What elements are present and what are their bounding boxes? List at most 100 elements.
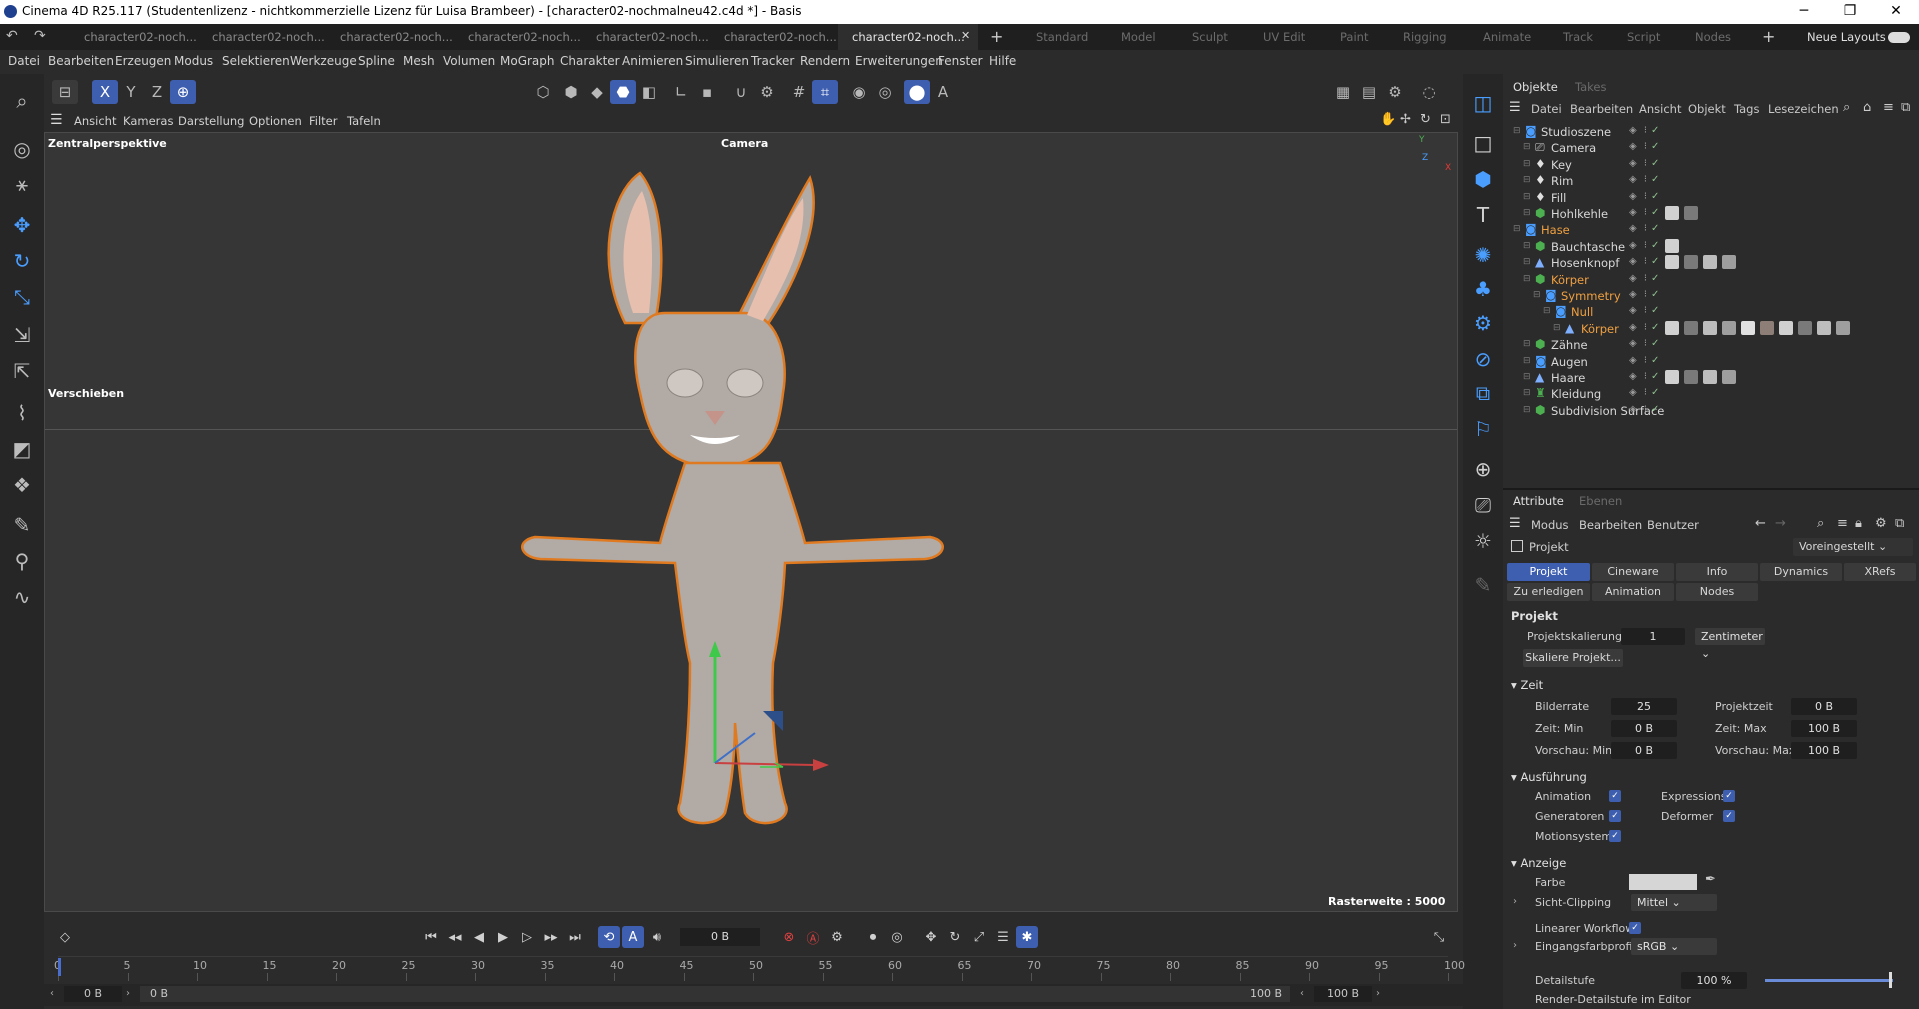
expand-toggle-icon[interactable]: ⊟ (1523, 372, 1531, 382)
rotate-view-icon[interactable]: ↻ (1420, 112, 1431, 127)
menu-charakter[interactable]: Charakter (560, 54, 620, 68)
tweak-mode-icon[interactable]: ▪ (694, 80, 720, 104)
expand-toggle-icon[interactable]: ⊟ (1553, 323, 1561, 333)
visibility-dots-icon[interactable]: ◈ ⁝ (1629, 223, 1649, 234)
layout-sculpt[interactable]: Sculpt (1192, 24, 1228, 50)
document-tab[interactable]: character02-noch... (198, 24, 326, 50)
document-tab[interactable]: character02-noch... (454, 24, 582, 50)
play-icon[interactable]: ▶ (492, 926, 514, 948)
brush-tool-icon[interactable]: ✎ (5, 510, 39, 540)
enabled-check-icon[interactable]: ✓ (1651, 355, 1661, 366)
transform-tool-icon[interactable]: ⇲ (5, 320, 39, 350)
expressions-checkbox[interactable]: ✓ (1723, 790, 1735, 802)
obj-menu-objekt[interactable]: Objekt (1688, 102, 1726, 116)
layout-paint[interactable]: Paint (1340, 24, 1368, 50)
expand-toggle-icon[interactable]: ⊟ (1523, 274, 1531, 284)
undo-icon[interactable]: ↶ (6, 28, 18, 44)
range-next-icon[interactable]: › (1376, 988, 1380, 999)
layout-animate[interactable]: Animate (1483, 24, 1531, 50)
pan-view-icon[interactable]: ✋ (1380, 112, 1396, 127)
material-tag-icon[interactable] (1684, 320, 1698, 335)
visibility-dots-icon[interactable]: ◈ ⁝ (1629, 141, 1649, 152)
record-icon[interactable]: ⊗ (778, 926, 800, 948)
generator-icon[interactable]: ✺ (1469, 240, 1497, 270)
visibility-dots-icon[interactable]: ◈ ⁝ (1629, 371, 1649, 382)
linearer-workflow-checkbox[interactable]: ✓ (1629, 922, 1641, 934)
solo-icon[interactable]: ◉ (846, 80, 872, 104)
move-tool-icon[interactable]: ✥ (5, 210, 39, 240)
menu-simulieren[interactable]: Simulieren (685, 54, 749, 68)
menu-werkzeuge[interactable]: Werkzeuge (290, 54, 357, 68)
edges-mode-icon[interactable]: ⬢ (558, 80, 584, 104)
material-tag-icon[interactable] (1722, 370, 1736, 384)
key-pla-icon[interactable]: ✱ (1016, 926, 1038, 948)
enabled-check-icon[interactable]: ✓ (1651, 322, 1661, 333)
layout-standard[interactable]: Standard (1036, 24, 1088, 50)
detailstufe-slider-track[interactable] (1765, 979, 1893, 982)
maximize-view-icon[interactable]: ⊡ (1440, 112, 1451, 127)
panel-divider[interactable] (1503, 488, 1919, 490)
field-icon[interactable]: ⧉ (1469, 378, 1497, 408)
menu-modus[interactable]: Modus (174, 54, 213, 68)
enabled-check-icon[interactable]: ✓ (1651, 289, 1661, 300)
auto-keyframe-icon[interactable]: A (930, 80, 956, 104)
material-tag-icon[interactable] (1817, 320, 1831, 335)
viewport-menu-kameras[interactable]: Kameras (123, 114, 173, 128)
skaliere-projekt-button[interactable]: Skaliere Projekt... (1523, 649, 1623, 667)
tab-attribute[interactable]: Attribute (1513, 494, 1564, 508)
attr-menu-benutzer[interactable]: Benutzer (1647, 518, 1699, 532)
vorschaumax-field[interactable]: 100 B (1791, 742, 1857, 759)
enabled-check-icon[interactable]: ✓ (1651, 207, 1661, 218)
grid-snap-icon[interactable]: # (786, 80, 812, 104)
enabled-check-icon[interactable]: ✓ (1651, 371, 1661, 382)
axis-y-lock-icon[interactable]: Y (118, 80, 144, 104)
prev-key-icon[interactable]: ◂◂ (444, 926, 466, 948)
enabled-check-icon[interactable]: ✓ (1651, 387, 1661, 398)
range-next-icon[interactable]: › (126, 988, 130, 999)
key-parameter-icon[interactable]: ☰ (992, 926, 1014, 948)
visibility-dots-icon[interactable]: ◈ ⁝ (1629, 338, 1649, 349)
bildrate-field[interactable]: 25 (1611, 698, 1677, 715)
filter-icon[interactable]: ≡ (1883, 100, 1894, 115)
enabled-check-icon[interactable]: ✓ (1651, 404, 1661, 415)
effector-icon[interactable]: ⚙ (1469, 308, 1497, 338)
expand-toggle-icon[interactable]: ⊟ (1523, 388, 1531, 398)
obj-menu-tags[interactable]: Tags (1734, 102, 1759, 116)
expand-toggle-icon[interactable]: ⊟ (1523, 257, 1531, 267)
zeitmax-field[interactable]: 100 B (1791, 720, 1857, 737)
subtab-cineware[interactable]: Cineware (1592, 563, 1674, 581)
obj-menu-bearbeiten[interactable]: Bearbeiten (1570, 102, 1633, 116)
enabled-check-icon[interactable]: ✓ (1651, 174, 1661, 185)
cloner-icon[interactable]: ♣ (1469, 274, 1497, 304)
model-mode-icon[interactable]: ⬣ (610, 80, 636, 104)
range-bar[interactable]: ‹ 0 B › 0 B 100 B ‹ 100 B › (44, 984, 1463, 1006)
world-coords-icon[interactable]: ⊕ (170, 80, 196, 104)
projektskalierung-field[interactable]: 1 (1621, 628, 1685, 645)
key-rotation-icon[interactable]: ↻ (944, 926, 966, 948)
preset-dropdown[interactable]: Voreingestellt ⌄ (1793, 538, 1913, 556)
pen-icon[interactable]: ✎ (1469, 570, 1497, 600)
playhead[interactable] (58, 958, 61, 976)
layout-track[interactable]: Track (1563, 24, 1593, 50)
deformer-checkbox[interactable]: ✓ (1723, 810, 1735, 822)
expand-toggle-icon[interactable]: ⊟ (1523, 339, 1531, 349)
layout-rigging[interactable]: Rigging (1403, 24, 1447, 50)
home-icon[interactable]: ⌂ (1863, 100, 1871, 115)
visibility-dots-icon[interactable]: ◈ ⁝ (1629, 289, 1649, 300)
enabled-check-icon[interactable]: ✓ (1651, 338, 1661, 349)
workplane-snap-icon[interactable]: ⌗ (812, 80, 838, 104)
light-icon[interactable]: ☼ (1469, 526, 1497, 556)
attribute-menu-icon[interactable]: ☰ (1509, 516, 1521, 531)
render-settings-icon[interactable]: ⚙ (1382, 80, 1408, 104)
go-to-end-icon[interactable]: ⏭ (564, 926, 586, 948)
layout-toggle[interactable] (1888, 32, 1910, 43)
range-slider[interactable]: 0 B 100 B (140, 986, 1290, 1002)
menu-animieren[interactable]: Animieren (622, 54, 683, 68)
detailstufe-field[interactable]: 100 % (1681, 972, 1747, 989)
document-tab[interactable]: character02-noch... (582, 24, 710, 50)
add-layout-button[interactable]: + (1762, 27, 1775, 46)
render-view-icon[interactable]: ▦ (1330, 80, 1356, 104)
object-manager-icon[interactable]: ◫ (1469, 88, 1497, 118)
tab-objekte[interactable]: Objekte (1513, 80, 1558, 94)
multi-transform-icon[interactable]: ⇱ (5, 356, 39, 386)
